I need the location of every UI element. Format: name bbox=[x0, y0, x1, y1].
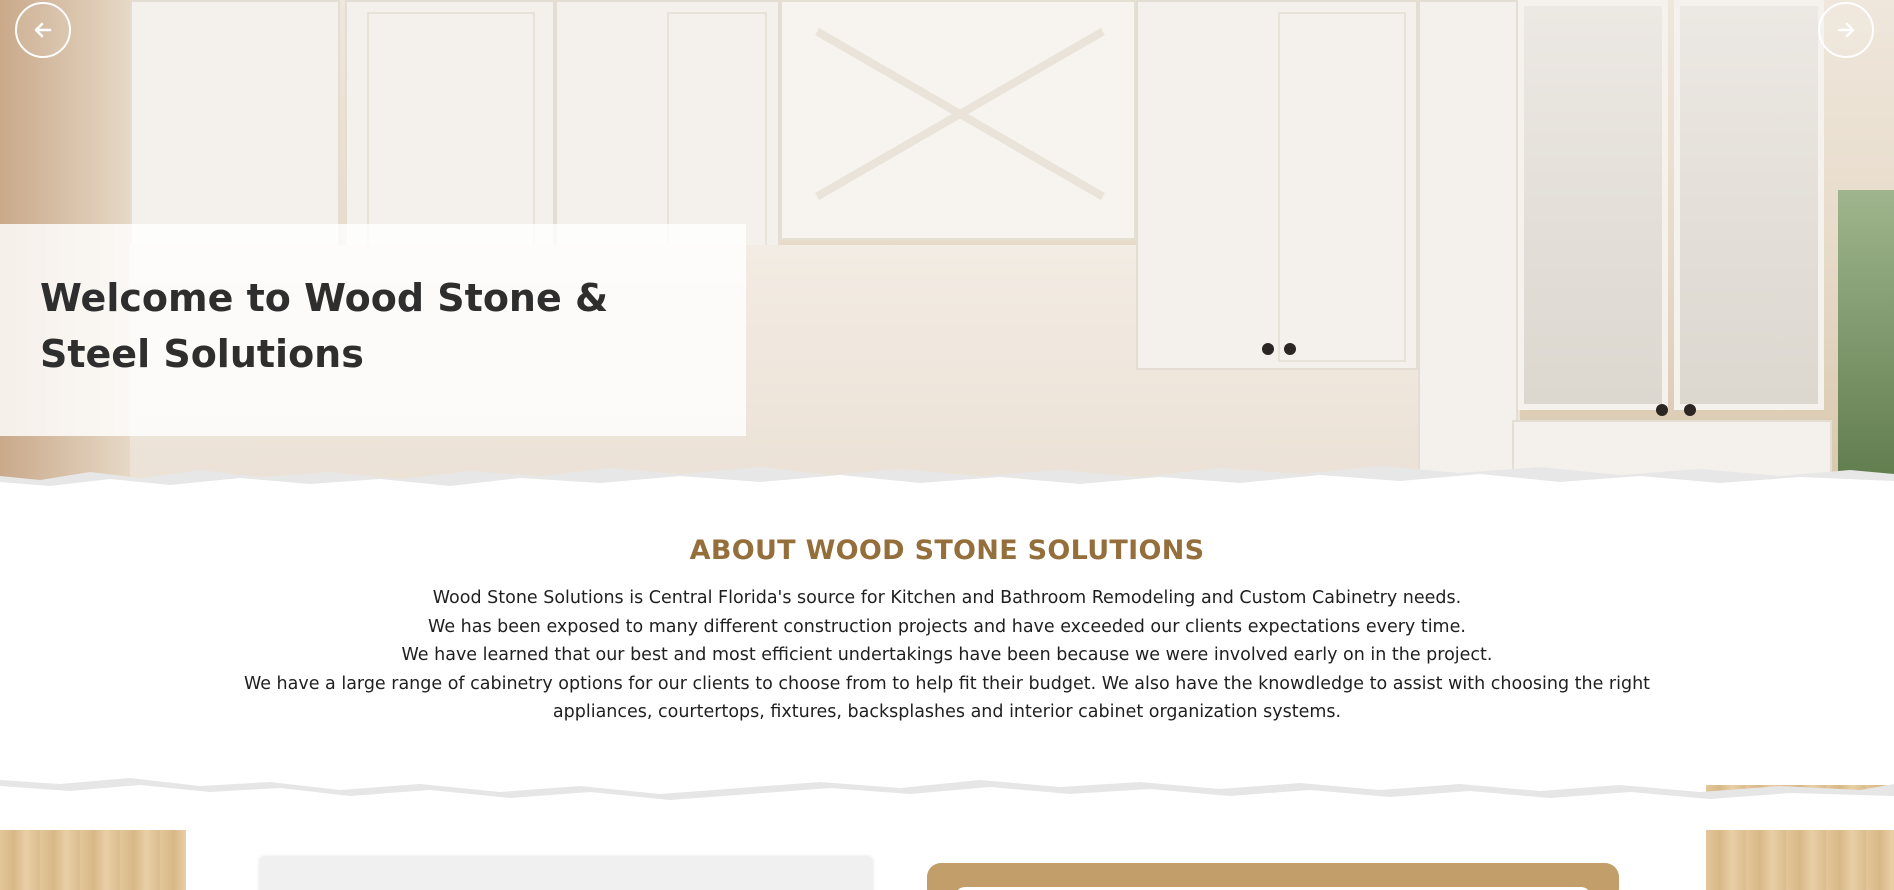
arrow-left-icon bbox=[34, 22, 52, 38]
hero-title: Welcome to Wood Stone & Steel Solutions bbox=[40, 276, 609, 376]
slider-next-button[interactable] bbox=[1818, 2, 1874, 58]
slider-prev-button[interactable] bbox=[15, 2, 71, 58]
feature-card-right bbox=[927, 863, 1619, 890]
about-text: Wood Stone Solutions is Central Florida'… bbox=[217, 584, 1677, 727]
hero-slider: Welcome to Wood Stone & Steel Solutions bbox=[0, 0, 1894, 500]
about-paragraph: We has been exposed to many different co… bbox=[428, 616, 1466, 637]
about-paragraph: Wood Stone Solutions is Central Florida'… bbox=[432, 588, 1462, 608]
about-heading: ABOUT WOOD STONE SOLUTIONS bbox=[689, 535, 1205, 566]
about-paragraph: We have learned that our best and most e… bbox=[401, 645, 1493, 665]
about-section: ABOUT WOOD STONE SOLUTIONS Wood Stone So… bbox=[0, 535, 1894, 727]
arrow-right-icon bbox=[1837, 22, 1855, 38]
torn-paper-divider-bottom bbox=[0, 778, 1894, 830]
torn-paper-divider bbox=[0, 466, 1894, 510]
about-paragraph: We have a large range of cabinetry optio… bbox=[243, 673, 1651, 723]
feature-card-left bbox=[260, 857, 872, 890]
